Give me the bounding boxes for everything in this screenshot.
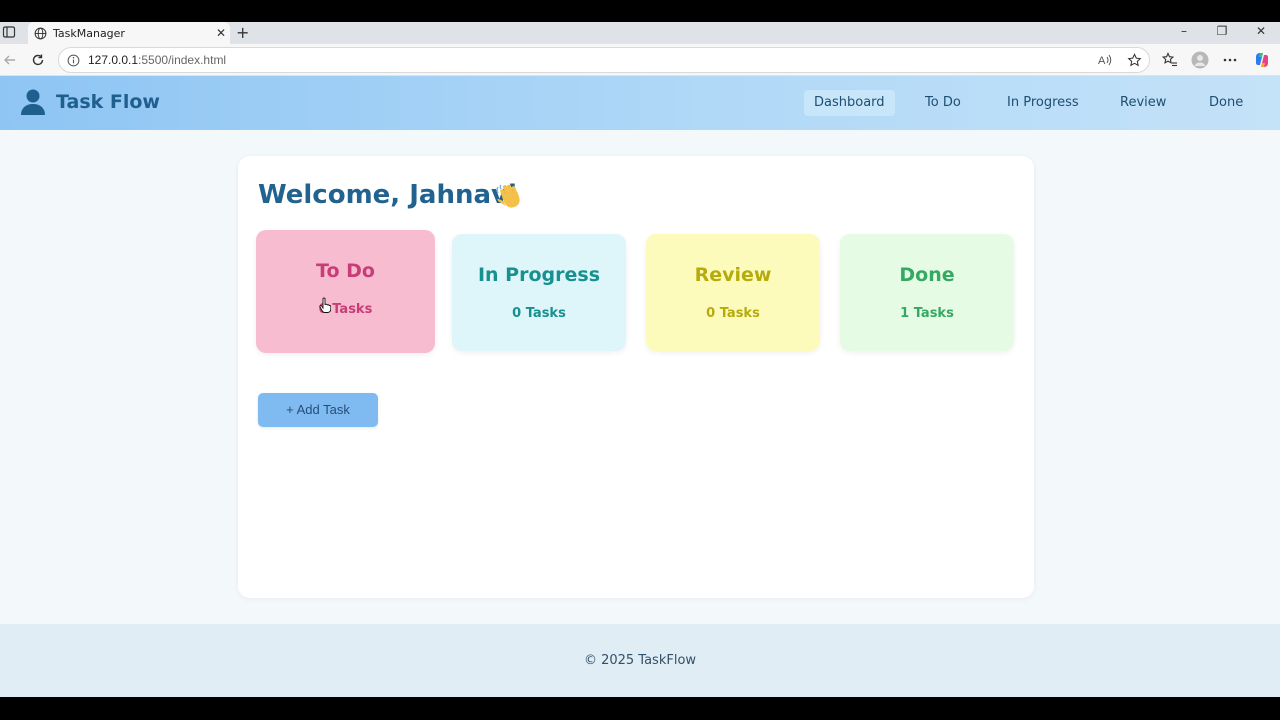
url-path: :5500/index.html xyxy=(138,53,227,67)
hand-cursor-icon xyxy=(319,297,331,313)
reload-icon[interactable] xyxy=(28,50,48,70)
favorite-star-icon[interactable] xyxy=(1124,50,1144,70)
nav-to-do[interactable]: To Do xyxy=(915,90,971,116)
more-menu-icon[interactable] xyxy=(1220,50,1240,70)
minimize-icon[interactable]: – xyxy=(1172,24,1196,38)
done-status-card[interactable]: Done 1 Tasks xyxy=(840,234,1014,351)
sidebar-toggle-icon[interactable] xyxy=(2,25,16,39)
todo-card-title: To Do xyxy=(316,260,375,282)
todo-card-count: 0 Tasks xyxy=(318,302,373,317)
done-card-title: Done xyxy=(899,264,955,286)
favorites-icon[interactable] xyxy=(1160,50,1180,70)
browser-window: TaskManager ✕ + – ❐ ✕ 127.0.0.1:5500/ind… xyxy=(0,22,1280,697)
nav-review[interactable]: Review xyxy=(1110,90,1176,116)
info-icon[interactable] xyxy=(67,54,80,67)
in-progress-card-count: 0 Tasks xyxy=(512,306,566,321)
in-progress-card-title: In Progress xyxy=(477,264,601,286)
review-status-card[interactable]: Review 0 Tasks xyxy=(646,234,820,351)
window-close-icon[interactable]: ✕ xyxy=(1249,24,1273,38)
globe-icon xyxy=(34,27,47,39)
read-aloud-icon[interactable]: A xyxy=(1096,50,1116,70)
add-task-button[interactable]: + Add Task xyxy=(258,393,378,427)
address-bar-row: 127.0.0.1:5500/index.html A xyxy=(0,44,1280,76)
brand-name: Task Flow xyxy=(56,91,160,113)
new-tab-icon[interactable]: + xyxy=(236,23,249,42)
url-text: 127.0.0.1:5500/index.html xyxy=(88,53,226,67)
footer-copyright: © 2025 TaskFlow xyxy=(583,653,697,668)
brand[interactable]: Task Flow xyxy=(20,88,160,116)
nav-in-progress[interactable]: In Progress xyxy=(997,90,1089,116)
svg-text:A: A xyxy=(1098,55,1106,67)
tab-strip: TaskManager ✕ + – ❐ ✕ xyxy=(0,22,1280,44)
url-host: 127.0.0.1 xyxy=(88,53,139,67)
dashboard-card: Welcome, Jahnavi To Do 0 Tasks In Progre… xyxy=(238,156,1034,598)
restore-icon[interactable]: ❐ xyxy=(1210,24,1234,38)
nav-dashboard[interactable]: Dashboard xyxy=(804,90,895,116)
in-progress-status-card[interactable]: In Progress 0 Tasks xyxy=(452,234,626,351)
nav-done[interactable]: Done xyxy=(1199,90,1253,116)
profile-avatar-icon[interactable] xyxy=(1190,50,1210,70)
tab-close-icon[interactable]: ✕ xyxy=(212,26,230,40)
footer: © 2025 TaskFlow xyxy=(0,624,1280,697)
app-header: Task Flow Dashboard To Do In Progress Re… xyxy=(0,76,1280,130)
copilot-icon[interactable] xyxy=(1252,50,1272,70)
url-input[interactable]: 127.0.0.1:5500/index.html xyxy=(58,47,1150,73)
browser-tab[interactable]: TaskManager ✕ xyxy=(28,22,230,44)
user-icon xyxy=(21,89,45,115)
todo-status-card[interactable]: To Do 0 Tasks xyxy=(256,230,435,353)
review-card-title: Review xyxy=(694,264,772,286)
tab-title: TaskManager xyxy=(53,26,125,40)
done-card-count: 1 Tasks xyxy=(900,306,954,321)
welcome-heading: Welcome, Jahnavi xyxy=(258,180,517,210)
waving-hand-icon xyxy=(496,184,520,208)
review-card-count: 0 Tasks xyxy=(706,306,760,321)
back-icon[interactable] xyxy=(0,50,20,70)
